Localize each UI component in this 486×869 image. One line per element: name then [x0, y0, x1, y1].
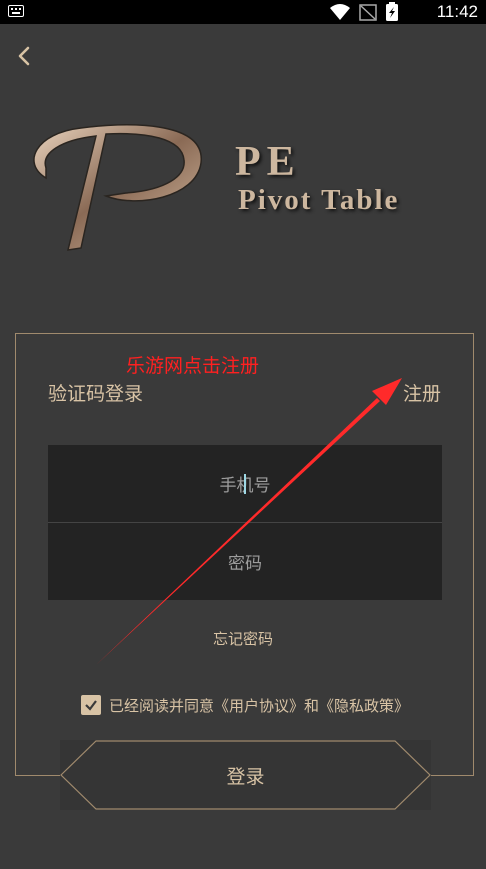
register-link[interactable]: 注册 — [403, 379, 441, 406]
logo-p-mark — [33, 124, 202, 251]
agree-checkbox[interactable] — [81, 695, 101, 715]
check-icon — [85, 700, 97, 711]
logo-subtitle: Pivot Table — [238, 184, 400, 216]
status-time: 11:42 — [436, 2, 478, 21]
sms-login-link[interactable]: 验证码登录 — [48, 379, 143, 406]
chevron-left-icon — [18, 46, 30, 66]
forgot-password-link[interactable]: 忘记密码 — [0, 628, 486, 649]
login-button[interactable]: 登录 — [60, 740, 431, 810]
logo-pe-text: PE — [235, 139, 301, 185]
status-icons — [330, 2, 398, 21]
annotation-text: 乐游网点击注册 — [126, 355, 260, 377]
password-placeholder: 密码 — [228, 554, 262, 574]
back-button[interactable] — [10, 40, 38, 72]
app-logo: PE Pivot Table — [26, 118, 456, 253]
keyboard-icon — [8, 5, 24, 17]
password-field[interactable]: 密码 — [48, 523, 442, 600]
agreement-row: 已经阅读并同意《用户协议》和《隐私政策》 — [81, 694, 409, 716]
text-caret — [243, 473, 246, 494]
wifi-icon — [330, 4, 350, 20]
agreement-text[interactable]: 已经阅读并同意《用户协议》和《隐私政策》 — [109, 695, 409, 716]
login-button-label: 登录 — [226, 765, 265, 788]
status-bar: 11:42 — [0, 0, 486, 24]
